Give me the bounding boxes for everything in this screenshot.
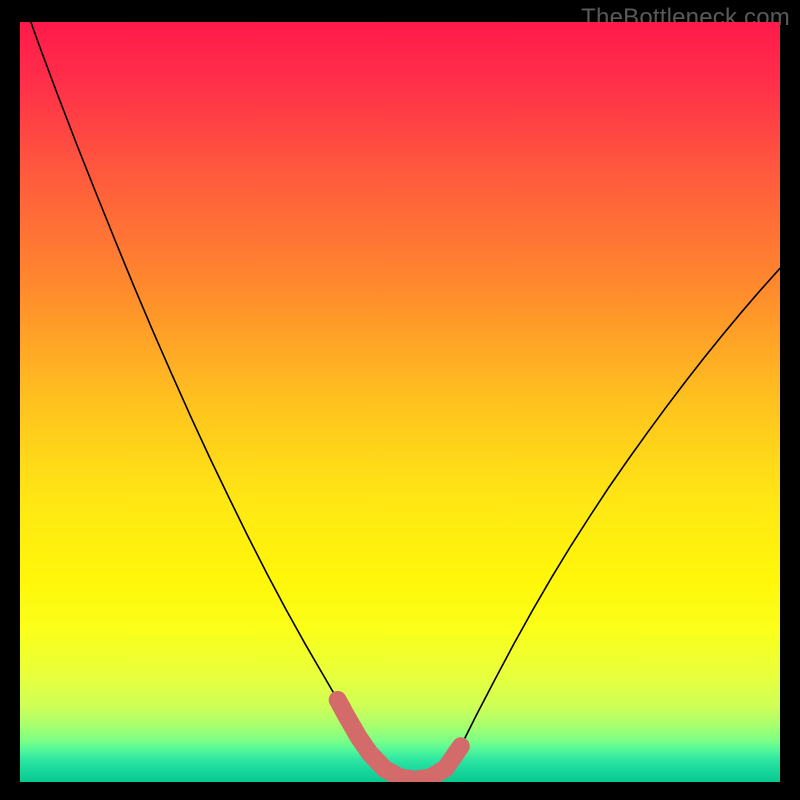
plot-background — [20, 22, 780, 782]
plot-svg — [20, 22, 780, 782]
chart-frame: TheBottleneck.com — [0, 0, 800, 800]
